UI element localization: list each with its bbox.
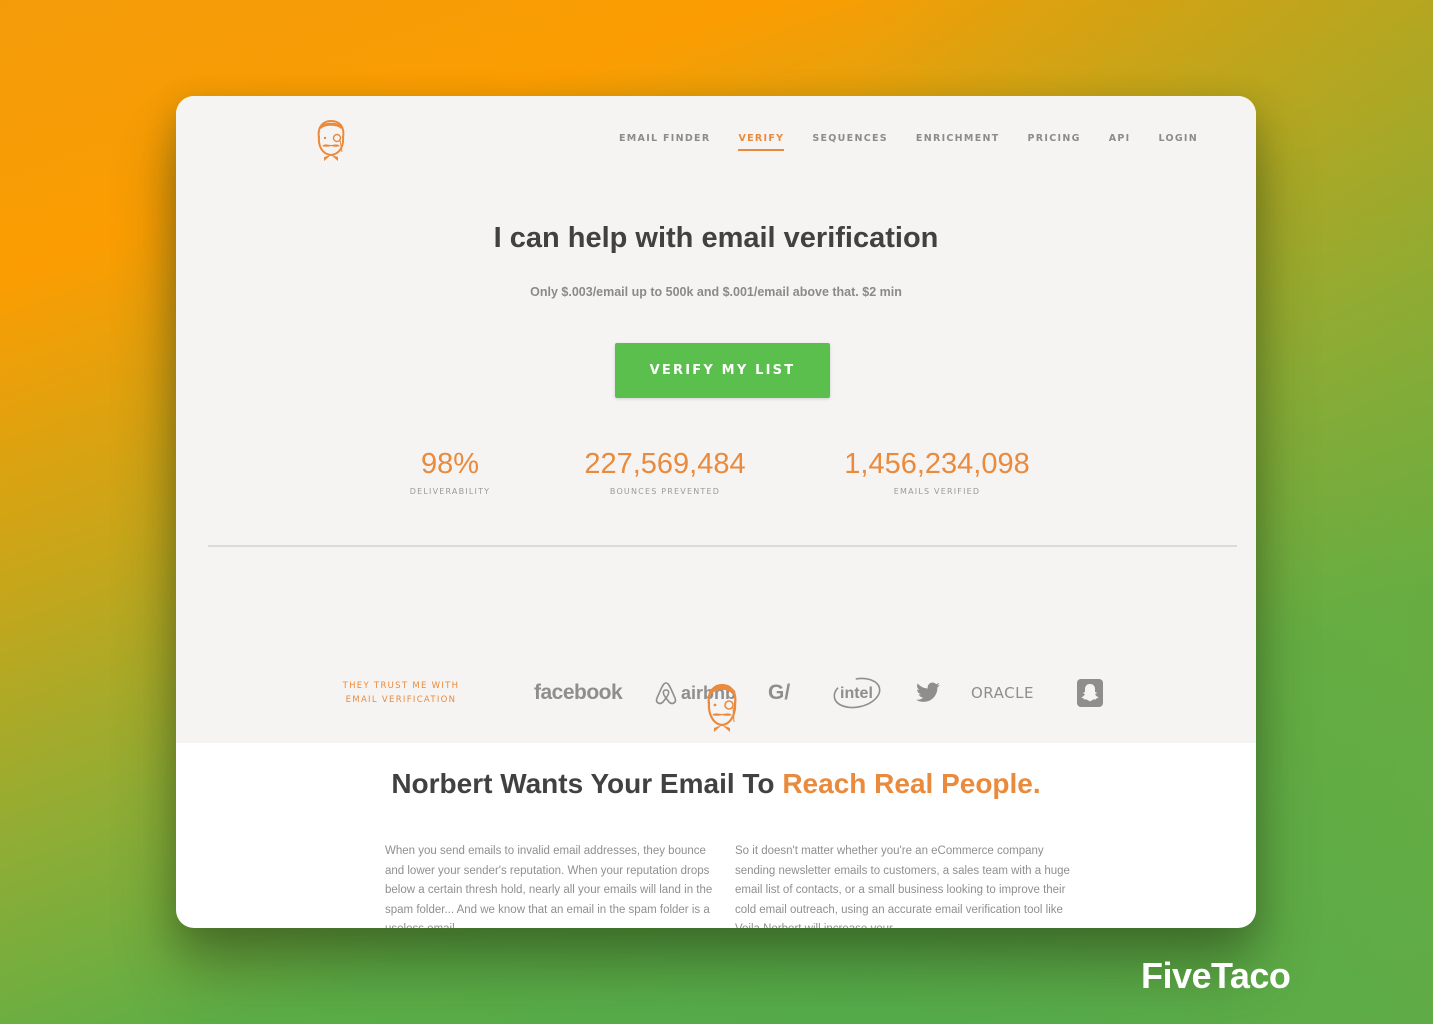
trust-label: THEY TRUST ME WITH EMAIL VERIFICATION bbox=[326, 679, 476, 707]
snapchat-icon bbox=[1077, 679, 1103, 707]
nav-pricing[interactable]: PRICING bbox=[1028, 133, 1081, 150]
stat-emails-verified: 1,456,234,098 EMAILS VERIFIED bbox=[826, 446, 1048, 496]
trust-label-line1: THEY TRUST ME WITH bbox=[342, 681, 460, 691]
intel-icon: intel bbox=[833, 677, 881, 709]
paragraph-right: So it doesn't matter whether you're an e… bbox=[735, 845, 1070, 928]
stat-label: EMAILS VERIFIED bbox=[893, 487, 981, 496]
twitter-icon bbox=[916, 682, 940, 702]
section-divider bbox=[208, 545, 1237, 547]
airbnb-icon bbox=[655, 682, 677, 705]
nav-verify[interactable]: VERIFY bbox=[738, 133, 785, 151]
pricing-subtitle: Only $.003/email up to 500k and $.001/em… bbox=[530, 285, 902, 299]
section-title: Norbert Wants Your Email To Reach Real P… bbox=[176, 768, 1256, 800]
glassdoor-logo: G/ bbox=[768, 681, 791, 704]
verify-my-list-button[interactable]: VERIFY MY LIST bbox=[615, 343, 830, 398]
hero-section: EMAIL FINDER VERIFY SEQUENCES ENRICHMENT… bbox=[176, 96, 1256, 643]
section-title-highlight: Reach Real People. bbox=[782, 768, 1041, 799]
trust-label-line2: EMAIL VERIFICATION bbox=[345, 695, 457, 705]
nav-api[interactable]: API bbox=[1109, 133, 1131, 150]
twitter-logo bbox=[915, 675, 941, 711]
section-title-plain: Norbert Wants Your Email To bbox=[391, 768, 783, 799]
nav-sequences[interactable]: SEQUENCES bbox=[812, 133, 888, 150]
stat-label: DELIVERABILITY bbox=[409, 487, 491, 496]
stats-row: 98% DELIVERABILITY 227,569,484 BOUNCES P… bbox=[176, 446, 1256, 506]
fivetaco-watermark: FiveTaco bbox=[1141, 955, 1291, 996]
stat-label: BOUNCES PREVENTED bbox=[609, 487, 721, 496]
stat-bounces-prevented: 227,569,484 BOUNCES PREVENTED bbox=[565, 446, 765, 496]
browser-card: EMAIL FINDER VERIFY SEQUENCES ENRICHMENT… bbox=[176, 96, 1256, 928]
stat-deliverability: 98% DELIVERABILITY bbox=[400, 446, 500, 496]
main-nav: EMAIL FINDER VERIFY SEQUENCES ENRICHMENT… bbox=[619, 133, 1226, 151]
svg-text:intel: intel bbox=[840, 685, 873, 702]
facebook-logo: facebook bbox=[534, 681, 623, 704]
stat-value: 1,456,234,098 bbox=[844, 448, 1030, 480]
norbert-mascot-icon bbox=[707, 683, 737, 732]
stat-value: 227,569,484 bbox=[584, 448, 746, 480]
nav-email-finder[interactable]: EMAIL FINDER bbox=[619, 133, 710, 150]
paragraph-left: When you send emails to invalid email ad… bbox=[385, 845, 713, 928]
nav-login[interactable]: LOGIN bbox=[1158, 133, 1198, 150]
norbert-logo-icon[interactable] bbox=[312, 118, 350, 162]
nav-enrichment[interactable]: ENRICHMENT bbox=[916, 133, 1000, 150]
page-title: I can help with email verification bbox=[493, 222, 939, 254]
snapchat-logo bbox=[1077, 675, 1103, 711]
intel-logo: intel bbox=[832, 675, 882, 711]
stat-value: 98% bbox=[420, 448, 480, 480]
oracle-logo: ORACLE bbox=[971, 684, 1034, 702]
